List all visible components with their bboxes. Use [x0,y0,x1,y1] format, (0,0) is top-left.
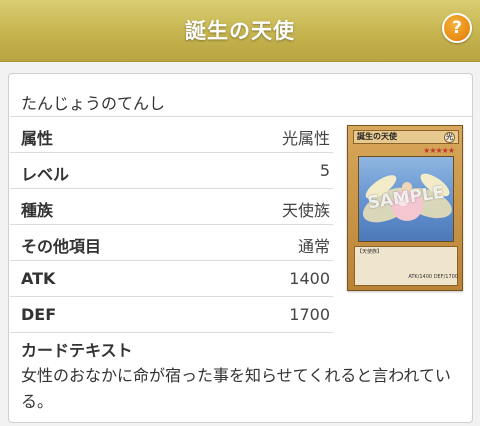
card-image-text: 【天使族】 [354,246,458,286]
row-value-attribute: 光属性 [281,129,330,148]
question-mark-icon: ? [452,18,462,38]
row-value-atk: 1400 [289,269,330,288]
page-title: 誕生の天使 [185,19,295,43]
row-label-race: 種族 [21,201,54,220]
level-stars-icon: ★★★★★ [423,146,455,155]
divider [10,224,333,225]
card-artwork: SAMPLE [358,156,454,242]
row-value-def: 1700 [289,305,330,324]
divider [10,188,333,189]
card-image-stats: ATK/1400 DEF/1700 [408,274,458,280]
row-label-attribute: 属性 [21,129,54,148]
card-image[interactable]: 誕生の天使 光 ★★★★★ SAMPLE 【天使族】 ATK/1400 DEF/… [347,125,463,291]
card-reading: たんじょうのてんし [21,94,166,113]
light-attribute-icon: 光 [444,132,455,143]
row-value-race: 天使族 [281,201,330,220]
row-label-atk: ATK [21,269,56,288]
card-image-name: 誕生の天使 光 [353,130,459,144]
card-detail-panel: たんじょうのてんし 属性 光属性 レベル 5 種族 天使族 その他項目 通常 A… [8,73,473,423]
divider [10,332,333,333]
row-label-level: レベル [21,165,70,184]
row-label-other: その他項目 [21,237,102,256]
help-button[interactable]: ? [442,13,472,43]
divider [10,296,333,297]
divider [10,260,333,261]
divider [10,116,473,117]
card-text-label: カードテキスト [21,341,133,360]
card-text-body: 女性のおなかに命が宿った事を知らせてくれると言われている。 [21,366,451,411]
row-label-def: DEF [21,305,57,324]
row-value-level: 5 [319,161,330,180]
card-image-name-text: 誕生の天使 [357,132,397,141]
divider [10,152,333,153]
app-header: 誕生の天使 ? [0,0,480,62]
row-value-other: 通常 [297,237,330,256]
